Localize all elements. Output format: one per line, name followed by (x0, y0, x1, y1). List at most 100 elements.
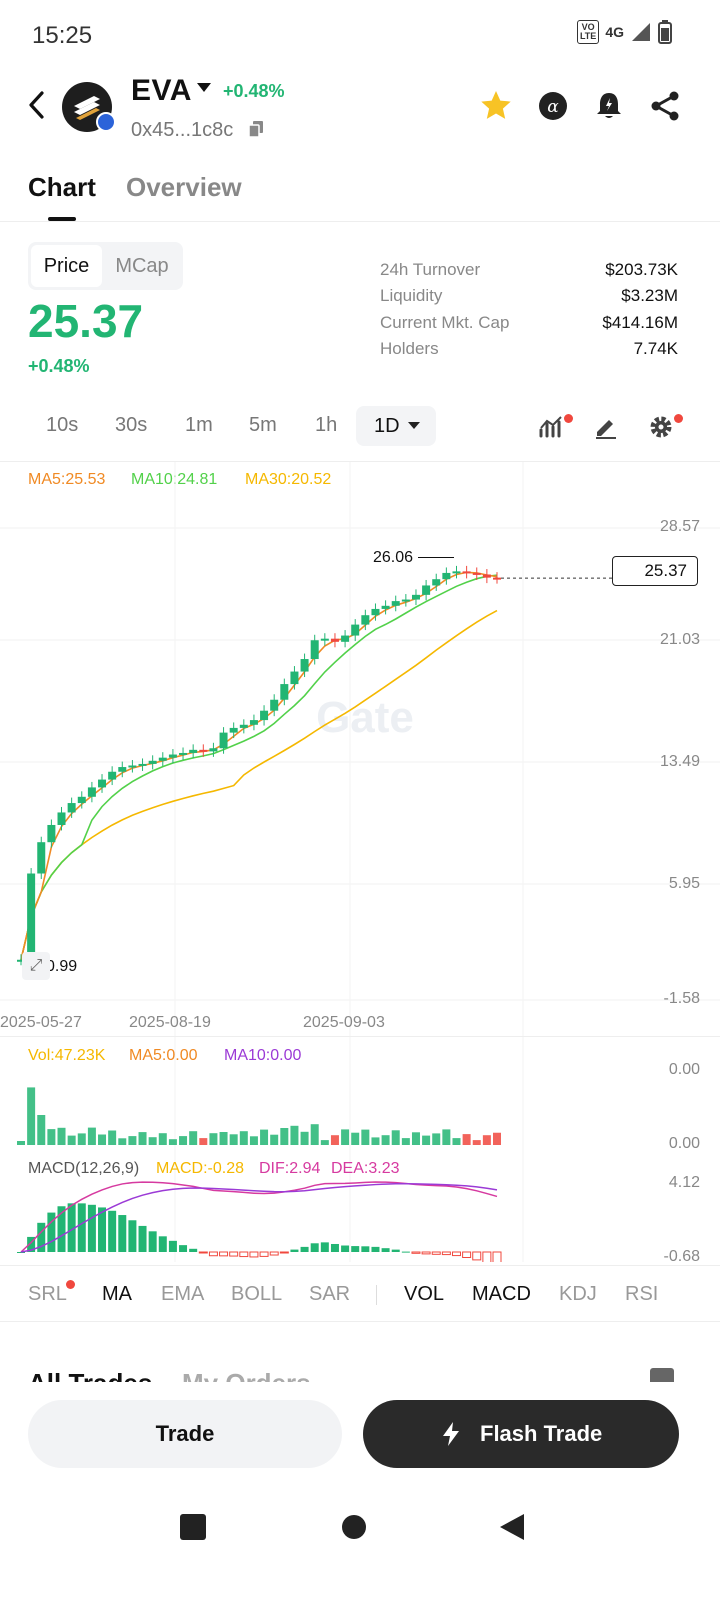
volume-bar (108, 1130, 117, 1145)
candle-body (290, 671, 299, 685)
symbol-dropdown-icon[interactable] (197, 83, 211, 92)
share-icon[interactable] (647, 88, 683, 124)
status-icons: VO LTE 4G (576, 20, 672, 44)
candle-body (67, 803, 76, 813)
stat-label-liquidity: Liquidity (380, 286, 443, 305)
flash-trade-button[interactable]: Flash Trade (363, 1400, 679, 1468)
nav-home-button[interactable] (342, 1515, 366, 1539)
interval-30s[interactable]: 30s (115, 414, 147, 437)
expand-icon[interactable]: ⤢ (22, 952, 50, 980)
y-tick: 13.49 (659, 753, 700, 770)
macd-bar (249, 1251, 259, 1258)
macd-bar (300, 1246, 309, 1252)
candle-body (432, 579, 441, 586)
divider (0, 1036, 720, 1037)
volte-icon: VO LTE (576, 20, 600, 44)
interval-5m[interactable]: 5m (249, 414, 277, 437)
legend-vol: Vol:47.23K (28, 1047, 106, 1064)
candle-body (47, 824, 56, 843)
indicator-ma[interactable]: MA (102, 1283, 132, 1306)
candle-body (219, 732, 228, 749)
back-button[interactable] (26, 90, 48, 129)
tab-overview[interactable]: Overview (126, 172, 242, 203)
legend-dif: DIF:2.94 (259, 1160, 321, 1177)
candle-body (148, 760, 157, 764)
indicator-rsi[interactable]: RSI (625, 1283, 658, 1306)
candle-body (422, 585, 431, 595)
tab-chart[interactable]: Chart (28, 172, 96, 203)
candle-body (260, 710, 269, 721)
copy-icon[interactable] (248, 120, 264, 138)
indicator-ema[interactable]: EMA (161, 1283, 204, 1306)
volume-bar (290, 1125, 299, 1145)
status-time: 15:25 (32, 22, 93, 49)
indicator-kdj[interactable]: KDJ (559, 1283, 597, 1306)
macd-bar (219, 1251, 229, 1257)
stat-label-turnover: 24h Turnover (380, 260, 481, 279)
indicator-sar[interactable]: SAR (309, 1283, 350, 1306)
volume-bar (209, 1133, 218, 1145)
indicator-vol[interactable]: VOL (404, 1283, 444, 1306)
current-price: 25.37 (28, 295, 144, 347)
draw-pencil-icon[interactable] (593, 414, 619, 440)
candle-body (472, 572, 481, 575)
interval-1h[interactable]: 1h (315, 414, 337, 437)
interval-1d-dropdown[interactable]: 1D (356, 406, 436, 446)
dropdown-caret-icon (407, 422, 420, 429)
macd-bar (381, 1248, 390, 1252)
x-tick: 2025-09-03 (303, 1014, 385, 1031)
candle-body (77, 796, 86, 804)
vol-axis-bottom: 0.00 (668, 1135, 700, 1152)
macd-bar (138, 1225, 147, 1252)
nav-back-button[interactable] (498, 1512, 526, 1542)
divider (0, 1265, 720, 1266)
candle-body (371, 608, 380, 616)
macd-bar (310, 1243, 319, 1252)
x-tick: 2025-05-27 (0, 1014, 82, 1031)
macd-bar (371, 1246, 380, 1252)
volume-bar (229, 1134, 238, 1145)
alert-bell-icon[interactable] (591, 88, 627, 124)
trade-button[interactable]: Trade (28, 1400, 342, 1468)
macd-bar (108, 1210, 117, 1252)
legend-macd-params: MACD(12,26,9) (28, 1160, 140, 1177)
candle-body (229, 727, 238, 733)
interval-10s[interactable]: 10s (46, 414, 78, 437)
macd-bar (320, 1242, 329, 1252)
macd-bar (77, 1203, 86, 1252)
settings-gear-icon[interactable] (648, 414, 674, 440)
indicator-macd[interactable]: MACD (472, 1283, 531, 1306)
volume-bar (239, 1131, 248, 1145)
interval-1m[interactable]: 1m (185, 414, 213, 437)
legend-vol-ma10: MA10:0.00 (224, 1047, 302, 1064)
ma30-line (20, 609, 498, 960)
volume-bar (300, 1131, 309, 1145)
divider (0, 1321, 720, 1322)
toggle-mcap[interactable]: MCap (104, 245, 180, 287)
volume-bar (158, 1133, 167, 1145)
volume-bar (401, 1138, 410, 1145)
indicator-srl[interactable]: SRL (28, 1283, 67, 1306)
nav-recents-button[interactable] (180, 1514, 206, 1540)
stat-label-mktcap: Current Mkt. Cap (380, 313, 510, 332)
macd-bar (279, 1251, 289, 1254)
indicator-settings-icon[interactable] (538, 414, 566, 440)
volume-bar (260, 1129, 269, 1145)
volume-bar (77, 1133, 86, 1145)
vol-axis-top: 0.00 (668, 1061, 700, 1078)
macd-bar (290, 1249, 299, 1252)
macd-bar (208, 1251, 218, 1257)
candle-body (300, 659, 309, 672)
volume-bar (452, 1138, 461, 1145)
alpha-icon[interactable]: α (535, 88, 571, 124)
volume-bar (128, 1136, 137, 1145)
ma10-line (20, 574, 498, 960)
star-icon[interactable] (478, 88, 514, 124)
volume-bar (320, 1140, 329, 1145)
macd-bar (330, 1243, 339, 1252)
macd-bar (401, 1251, 410, 1253)
toggle-price[interactable]: Price (31, 245, 102, 287)
indicator-boll[interactable]: BOLL (231, 1283, 282, 1306)
volume-bar (87, 1127, 96, 1145)
token-symbol[interactable]: EVA (131, 74, 192, 108)
